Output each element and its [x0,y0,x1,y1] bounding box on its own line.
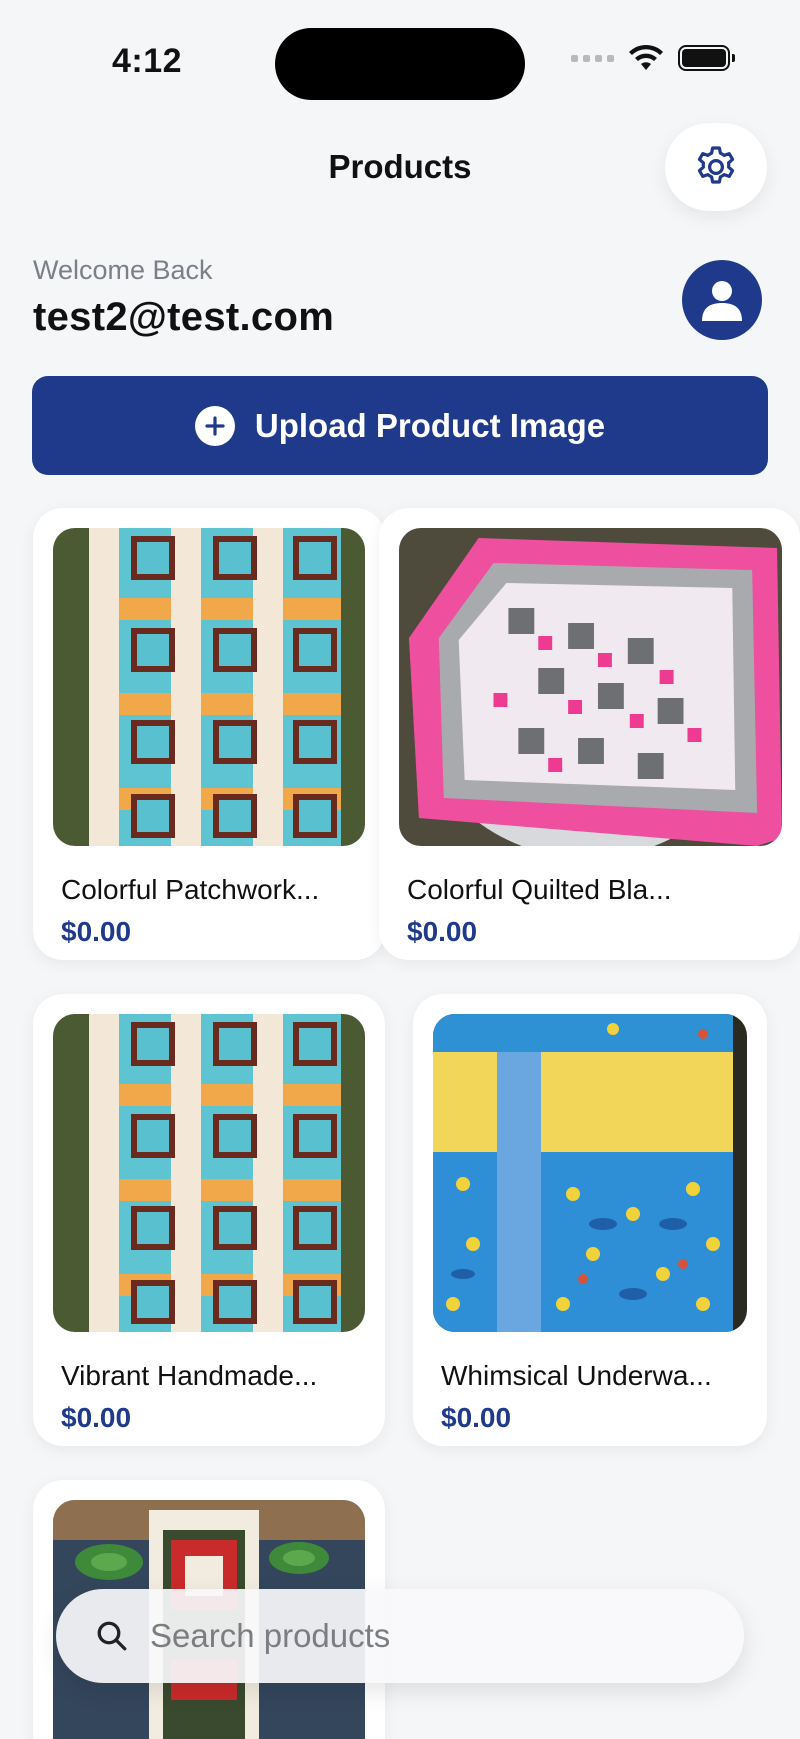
status-time: 4:12 [112,42,183,80]
user-email: test2@test.com [33,295,335,339]
product-price: $0.00 [441,1402,512,1433]
product-image [53,1014,365,1332]
search-input[interactable] [150,1617,670,1655]
person-icon [702,281,742,321]
search-icon [97,1621,127,1651]
product-price: $0.00 [61,916,132,947]
product-price: $0.00 [407,916,478,947]
wifi-icon [629,44,663,70]
dynamic-island [275,28,525,100]
product-name: Vibrant Handmade... [61,1360,318,1391]
product-name: Colorful Quilted Bla... [407,874,672,905]
product-name: Whimsical Underwa... [441,1360,712,1391]
product-card[interactable]: Colorful Quilted Bla... $0.00 [379,508,800,960]
plus-circle-icon [194,405,235,446]
product-card[interactable]: Whimsical Underwa... $0.00 [413,994,767,1446]
gear-icon [697,146,735,184]
product-card[interactable]: Colorful Patchwork... $0.00 [33,508,385,960]
battery-icon [678,45,735,71]
search-bar[interactable] [56,1589,744,1683]
profile-avatar-button[interactable] [682,260,762,340]
product-image [399,528,782,846]
settings-button[interactable] [665,123,767,211]
upload-product-image-button[interactable]: Upload Product Image [32,376,768,475]
product-price: $0.00 [61,1402,132,1433]
product-card[interactable]: Vibrant Handmade... $0.00 [33,994,385,1446]
upload-button-label: Upload Product Image [254,406,606,444]
products-screen: 4:12 Products Welcome Back test2@test.co… [0,0,800,1739]
cellular-signal-icon [571,54,614,62]
product-image [53,528,365,846]
product-image [433,1014,747,1332]
status-icons [571,44,735,72]
welcome-label: Welcome Back [33,255,213,285]
product-name: Colorful Patchwork... [61,874,320,905]
